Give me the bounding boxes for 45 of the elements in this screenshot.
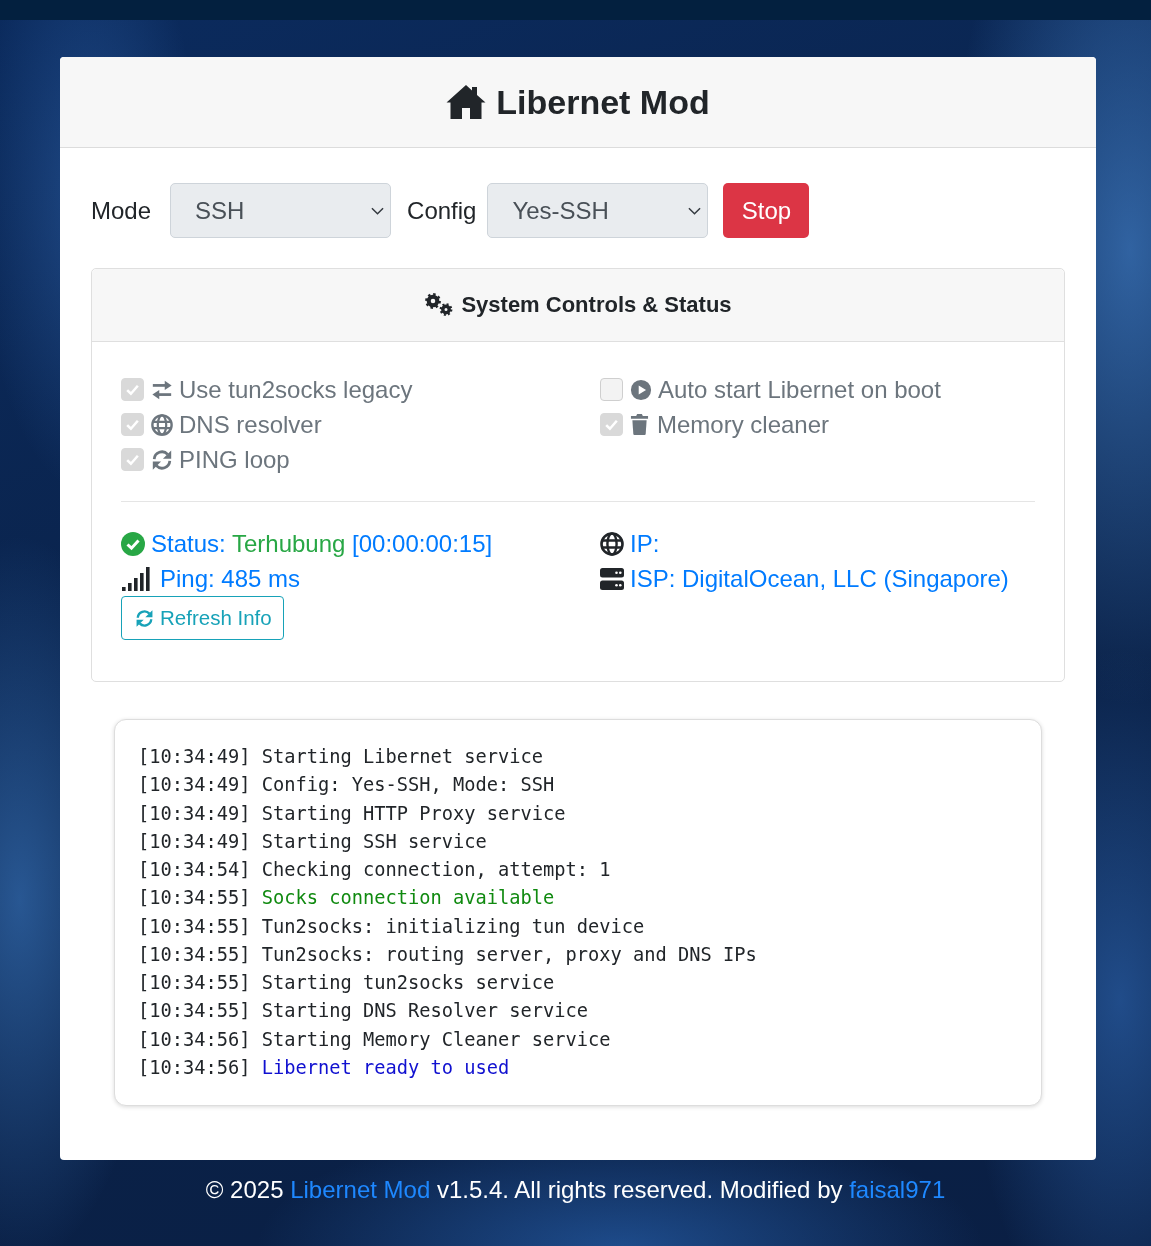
server-icon — [600, 566, 624, 591]
sync-icon — [151, 448, 173, 471]
option-label: Memory cleaner — [657, 410, 830, 439]
exchange-arrows-icon — [151, 378, 173, 401]
log-line: [10:34:56] Libernet ready to used — [138, 1055, 510, 1080]
app-link[interactable]: Libernet Mod — [290, 1176, 431, 1204]
globe-icon — [600, 531, 624, 556]
log-line: [10:34:54] Checking connection, attempt: 1 — [138, 858, 611, 883]
log-line: [10:34:49] Starting SSH service — [138, 829, 487, 854]
ping-text: Ping: 485 ms — [160, 564, 301, 593]
trash-icon — [630, 413, 649, 436]
option-label: Auto start Libernet on boot — [658, 375, 941, 404]
log-line: [10:34:55] Tun2socks: routing server, proxy and DNS IPs — [138, 942, 757, 967]
panel-title: System Controls & Status — [461, 291, 732, 319]
author-link[interactable]: faisal971 — [849, 1176, 946, 1204]
globe-icon — [151, 413, 173, 436]
ip-label: IP: — [630, 529, 660, 558]
log-line: [10:34:55] Tun2socks: initializing tun device — [138, 914, 645, 939]
status-text: Status: Terhubung [00:00:00:15] — [151, 529, 493, 558]
signal-bars-icon — [122, 566, 150, 591]
option-label: PING loop — [179, 445, 290, 474]
footer-text: © 2025 Libernet Mod v1.5.4. All rights reserved. Modified by faisal971 — [205, 1175, 946, 1206]
log-line: [10:34:55] Starting tun2socks service — [138, 971, 555, 996]
stop-button[interactable]: Stop — [723, 183, 810, 238]
log-line: [10:34:49] Starting HTTP Proxy service — [138, 801, 566, 826]
refresh-icon — [135, 608, 154, 628]
gears-icon — [424, 293, 455, 317]
caret-icon — [688, 206, 702, 215]
config-select[interactable]: Yes-SSH — [487, 183, 709, 238]
check-circle-icon — [121, 531, 145, 556]
log-line: [10:34:49] Starting Libernet service — [138, 745, 544, 769]
config-label: Config — [407, 195, 477, 226]
isp-text: ISP: DigitalOcean, LLC (Singapore) — [630, 564, 1009, 593]
log-line: [10:34:55] Starting DNS Resolver service — [138, 999, 589, 1024]
option-label: Use tun2socks legacy — [179, 375, 413, 404]
caret-icon — [371, 206, 385, 215]
mode-label: Mode — [91, 195, 152, 226]
option-label: DNS resolver — [179, 410, 322, 439]
mode-select[interactable]: SSH — [170, 183, 392, 238]
log-line: [10:34:56] Starting Memory Cleaner service — [138, 1027, 611, 1052]
app-title: Libernet Mod — [496, 82, 710, 122]
log-line: [10:34:55] Socks connection available — [138, 886, 555, 911]
home-icon — [446, 84, 487, 120]
log-line: [10:34:49] Config: Yes-SSH, Mode: SSH — [138, 773, 555, 798]
refresh-button[interactable]: Refresh Info — [121, 596, 284, 640]
